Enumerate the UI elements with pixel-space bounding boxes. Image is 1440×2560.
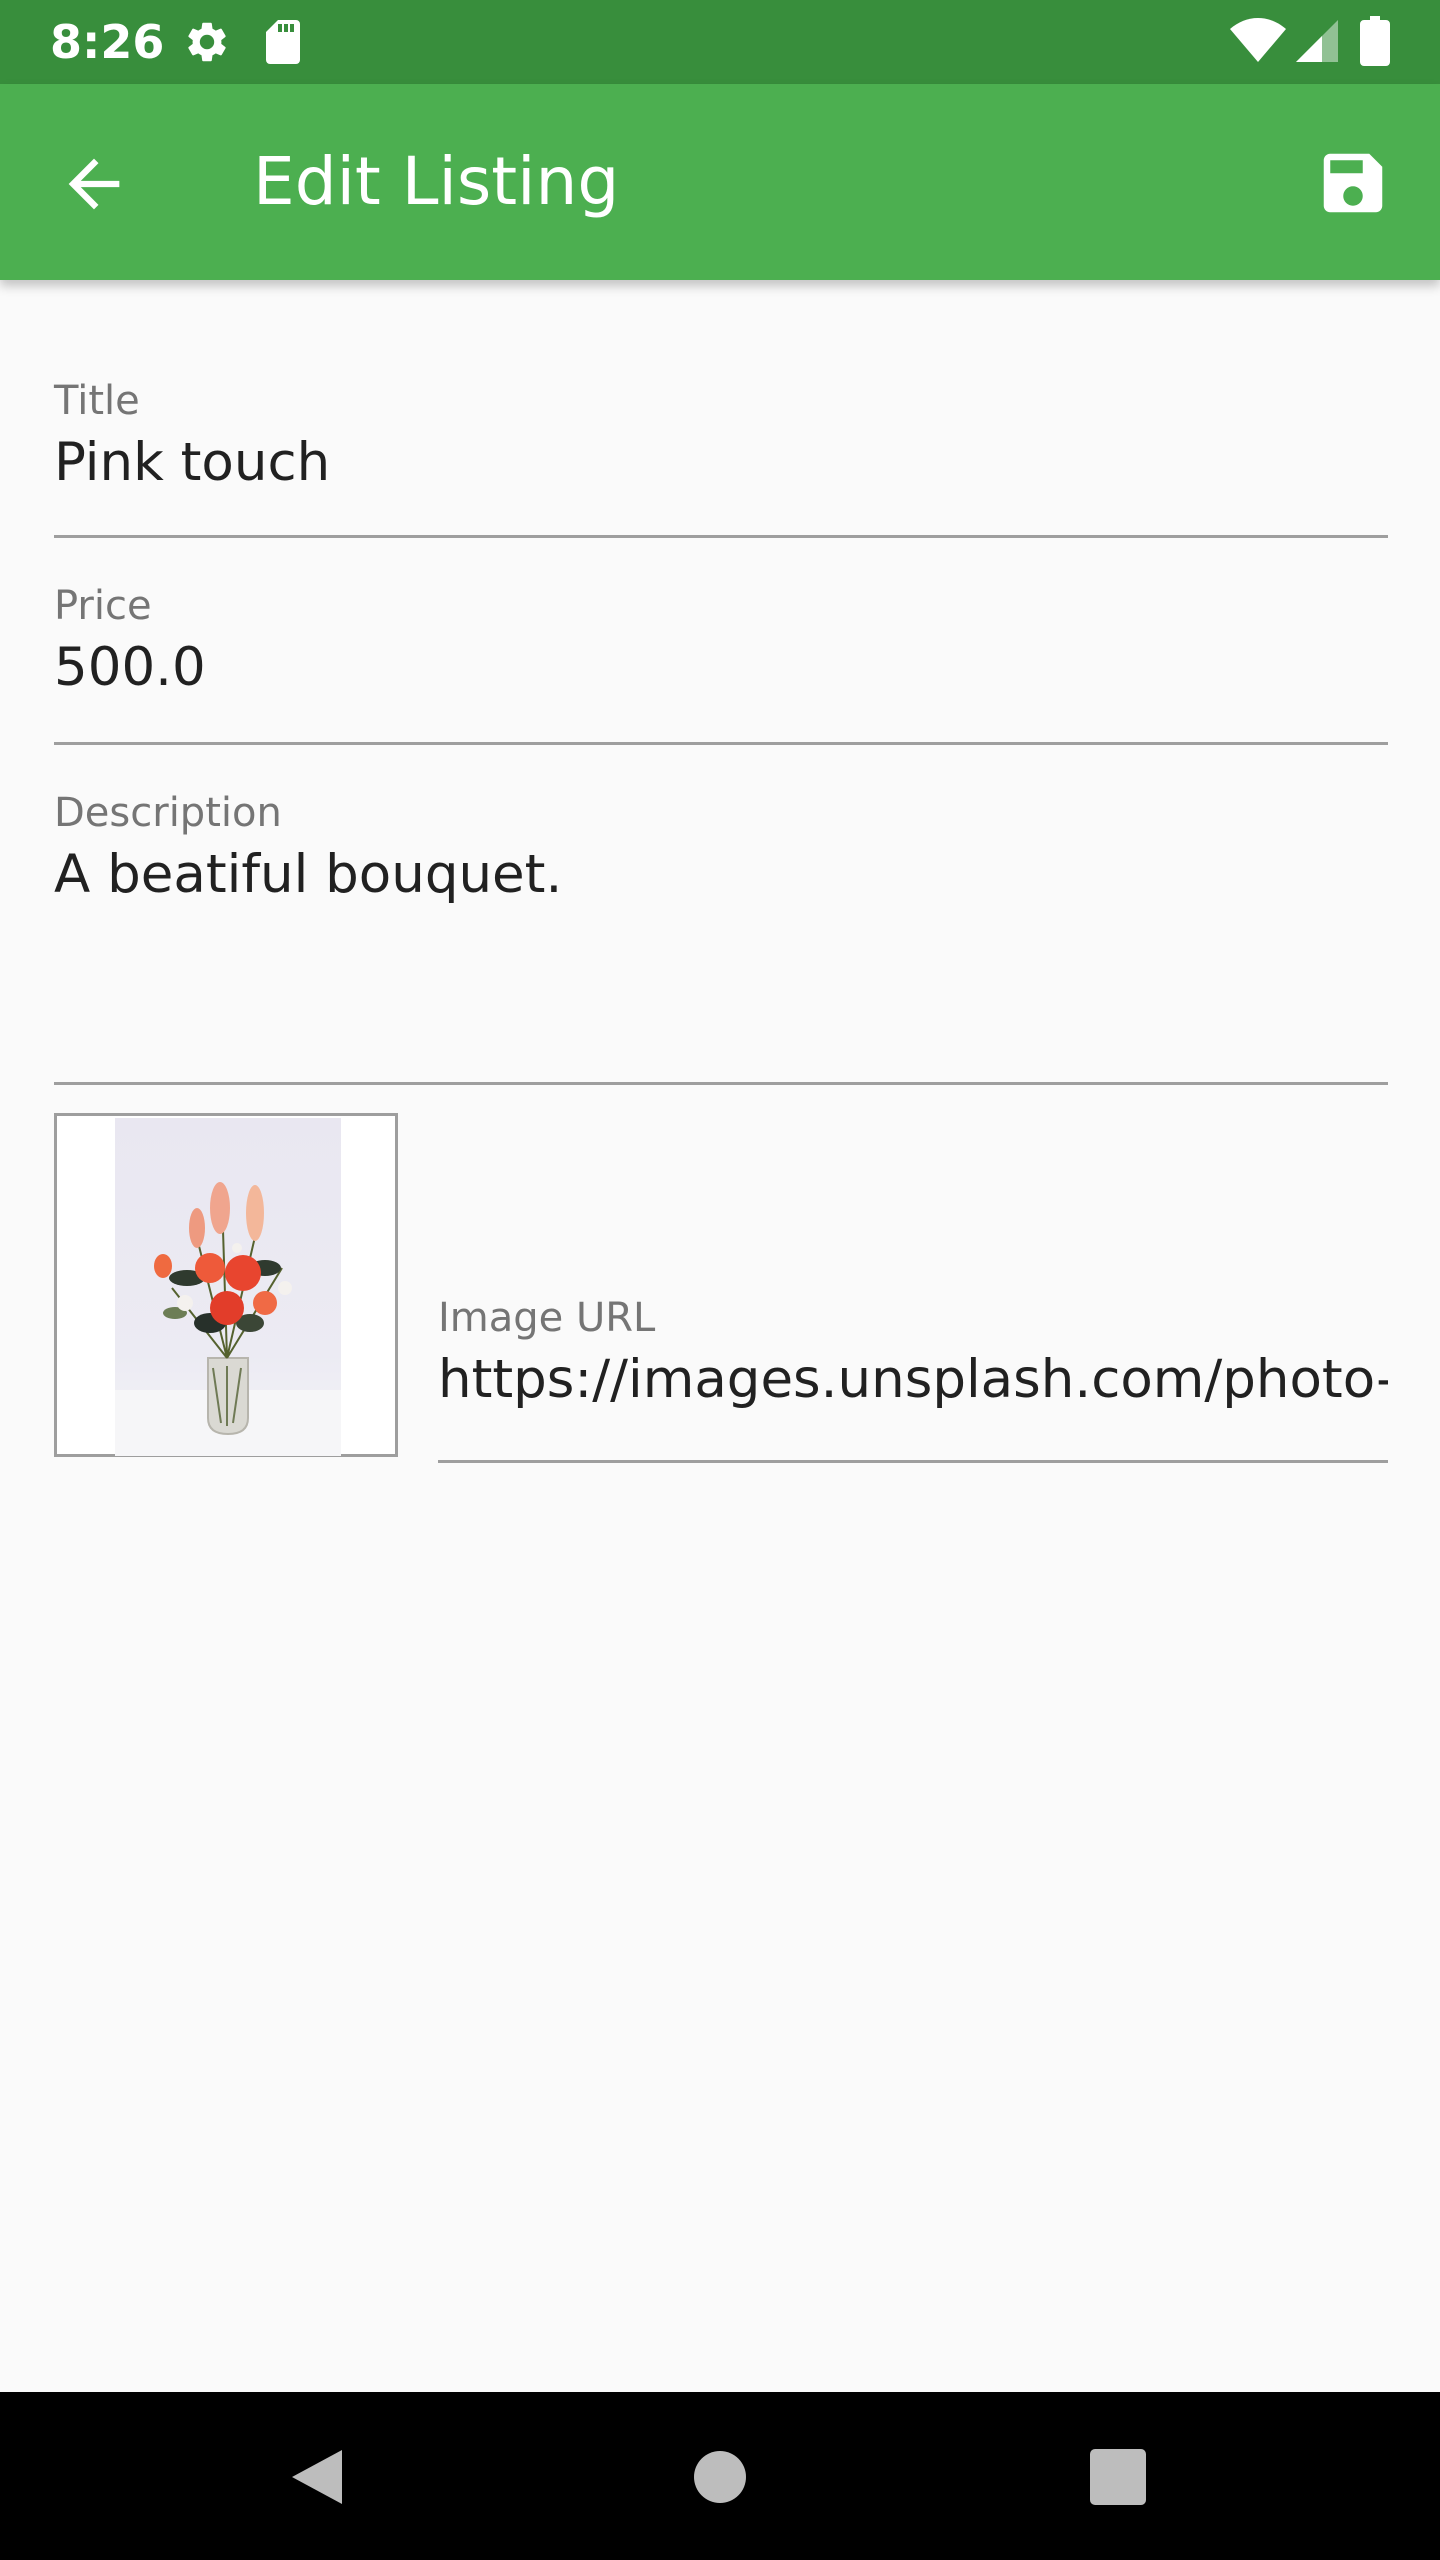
bouquet-illustration xyxy=(115,1182,341,1456)
image-url-field[interactable]: Image URL https://images.unsplash.com/ph… xyxy=(438,1290,1388,1465)
description-field[interactable]: Description A beatiful bouquet. xyxy=(54,789,1388,1089)
app-bar: Edit Listing xyxy=(0,84,1440,280)
gear-icon xyxy=(188,22,226,62)
wifi-icon xyxy=(1230,18,1286,62)
title-underline xyxy=(54,535,1388,538)
image-url-label: Image URL xyxy=(438,1295,656,1341)
status-bar: 8:26 xyxy=(0,0,1440,84)
sd-card-icon xyxy=(266,20,300,64)
image-url-underline xyxy=(438,1460,1388,1463)
description-label: Description xyxy=(54,790,282,836)
battery-icon xyxy=(1360,16,1390,66)
cell-signal-icon xyxy=(1296,20,1338,62)
image-preview xyxy=(54,1113,398,1457)
description-input[interactable]: A beatiful bouquet. xyxy=(54,843,1388,907)
title-field[interactable]: Title Pink touch xyxy=(54,375,1388,540)
price-label: Price xyxy=(54,583,152,629)
page-title: Edit Listing xyxy=(253,143,620,220)
nav-bar xyxy=(0,2392,1440,2560)
price-field[interactable]: Price 500.0 xyxy=(54,582,1388,747)
title-label: Title xyxy=(54,378,140,424)
image-url-input[interactable]: https://images.unsplash.com/photo-153 xyxy=(438,1348,1388,1412)
price-underline xyxy=(54,742,1388,745)
description-underline xyxy=(54,1082,1388,1085)
nav-home-icon[interactable] xyxy=(675,2432,765,2522)
bouquet-photo xyxy=(115,1118,341,1456)
price-input[interactable]: 500.0 xyxy=(54,636,1388,700)
arrow-back-icon[interactable] xyxy=(56,146,132,222)
nav-back-icon[interactable] xyxy=(272,2432,362,2522)
status-time: 8:26 xyxy=(50,15,165,69)
title-input[interactable]: Pink touch xyxy=(54,431,1388,495)
nav-recents-icon[interactable] xyxy=(1073,2432,1163,2522)
save-icon[interactable] xyxy=(1314,144,1392,222)
